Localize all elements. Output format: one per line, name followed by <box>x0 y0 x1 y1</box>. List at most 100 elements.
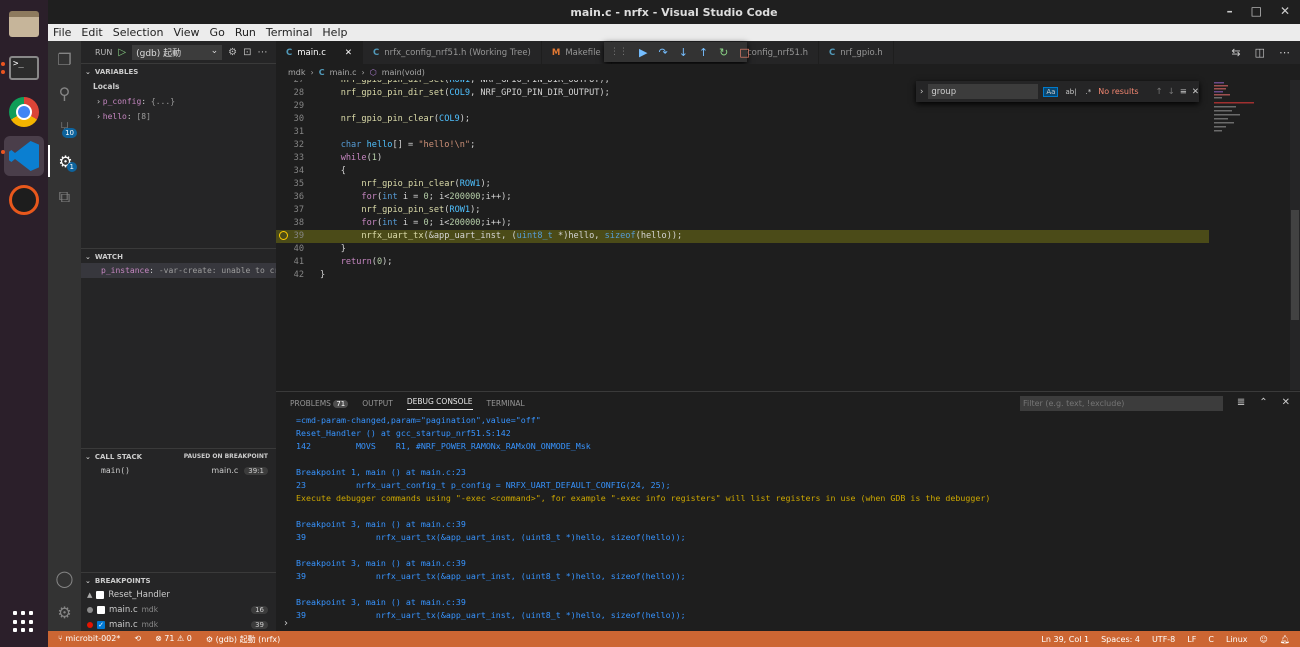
more-actions-icon[interactable]: ⋯ <box>257 47 267 58</box>
manage-gear-icon[interactable]: ⚙ <box>48 596 81 628</box>
step-over-icon[interactable]: ↷ <box>658 46 667 59</box>
tab-nrfx-config-working-tree[interactable]: Cnrfx_config_nrf51.h (Working Tree) <box>363 41 542 64</box>
console-line: =cmd-param-changed,param="pagination",va… <box>296 415 541 425</box>
watch-section-header[interactable]: ⌄ WATCH <box>81 248 276 264</box>
continue-icon[interactable]: ▶ <box>639 46 647 59</box>
breakpoint-checkbox[interactable] <box>97 605 105 614</box>
encoding[interactable]: UTF-8 <box>1152 635 1175 644</box>
stack-frame-row[interactable]: main() main.c 39:1 <box>81 463 276 478</box>
debug-target-status[interactable]: ⚙ (gdb) 起動 (nrfx) <box>206 634 280 645</box>
regex-toggle[interactable]: .* <box>1084 88 1094 96</box>
tab-problems[interactable]: PROBLEMS 71 <box>290 399 349 408</box>
step-into-icon[interactable]: ↓ <box>679 46 688 59</box>
clear-console-icon[interactable]: ≣ <box>1237 397 1245 408</box>
watch-expression-row[interactable]: p_instance: -var-create: unable to cre..… <box>81 263 276 278</box>
feedback-icon[interactable]: ☺ <box>1260 635 1268 644</box>
find-input[interactable] <box>928 84 1039 99</box>
close-tab-icon[interactable]: ✕ <box>345 48 352 58</box>
chevron-down-icon: ⌄ <box>210 45 219 56</box>
restart-icon[interactable]: ↻ <box>719 46 728 59</box>
whole-word-toggle[interactable]: ab| <box>1063 88 1078 96</box>
editor-scrollbar[interactable] <box>1290 80 1300 390</box>
start-debug-icon[interactable]: ▷ <box>118 47 126 58</box>
menu-terminal[interactable]: Terminal <box>261 26 318 39</box>
minimap[interactable] <box>1212 80 1290 390</box>
drag-handle-icon[interactable]: ⋮⋮ <box>610 47 628 57</box>
breakpoint-row[interactable]: main.c mdk 16 <box>81 602 276 617</box>
previous-match-icon[interactable]: ↑ <box>1156 87 1163 97</box>
menu-selection[interactable]: Selection <box>108 26 169 39</box>
console-input-prompt-icon[interactable]: › <box>284 618 288 629</box>
vscode-app-icon[interactable] <box>1 136 44 176</box>
maximize-panel-icon[interactable]: ⌃ <box>1259 397 1267 408</box>
end-of-line[interactable]: LF <box>1187 635 1196 644</box>
open-changes-icon[interactable]: ⇆ <box>1231 46 1240 59</box>
step-out-icon[interactable]: ↑ <box>699 46 708 59</box>
tab-makefile[interactable]: M Makefile <box>542 41 612 64</box>
breakpoint-row[interactable]: ▲ Reset_Handler <box>81 587 276 602</box>
language-mode[interactable]: C <box>1208 635 1214 644</box>
notifications-bell-icon[interactable]: 🔔︎ <box>1280 635 1290 644</box>
chrome-app-icon[interactable] <box>4 92 44 132</box>
match-case-toggle[interactable]: Aa <box>1043 86 1059 97</box>
tab-debug-console[interactable]: DEBUG CONSOLE <box>406 397 473 410</box>
menu-view[interactable]: View <box>168 26 204 39</box>
menu-run[interactable]: Run <box>230 26 261 39</box>
platform[interactable]: Linux <box>1226 635 1248 644</box>
call-stack-section-header[interactable]: ⌄ CALL STACK PAUSED ON BREAKPOINT <box>81 448 276 464</box>
thunderbird-app-icon[interactable] <box>4 180 44 220</box>
tab-output[interactable]: OUTPUT <box>362 399 393 408</box>
variable-row[interactable]: › p_config: {...} <box>81 94 276 109</box>
menu-help[interactable]: Help <box>317 26 352 39</box>
debug-console-icon[interactable]: ⊡ <box>243 47 251 58</box>
sync-icon[interactable]: ⟲ <box>134 634 141 645</box>
debug-config-select[interactable]: (gdb) 起動 ⌄ <box>132 44 223 60</box>
console-line: Reset_Handler () at gcc_startup_nrf51.S:… <box>296 428 511 438</box>
more-actions-icon[interactable]: ⋯ <box>1279 46 1290 59</box>
debug-stopped-arrow-icon[interactable] <box>279 231 288 240</box>
search-icon[interactable]: ⚲ <box>48 77 81 109</box>
breadcrumb-symbol[interactable]: main(void) <box>382 68 425 77</box>
open-launch-json-gear-icon[interactable]: ⚙ <box>228 47 237 58</box>
extensions-icon[interactable]: ⧉ <box>48 181 81 213</box>
breadcrumb-file[interactable]: main.c <box>330 68 357 77</box>
tab-terminal[interactable]: TERMINAL <box>487 399 525 408</box>
branch-status[interactable]: ⑂ microbit-002* <box>58 634 120 645</box>
source-control-icon[interactable]: ⑂ 10 <box>48 111 81 143</box>
breakpoint-checkbox[interactable] <box>96 590 105 599</box>
breakpoints-section-header[interactable]: ⌄ BREAKPOINTS <box>81 572 276 588</box>
split-editor-icon[interactable]: ◫ <box>1255 46 1265 59</box>
show-applications-icon[interactable] <box>13 611 35 633</box>
c-file-icon: C <box>318 67 325 77</box>
close-find-icon[interactable]: ✕ <box>1192 87 1199 97</box>
close-panel-icon[interactable]: ✕ <box>1282 397 1290 408</box>
stop-icon[interactable]: □ <box>739 46 749 59</box>
run-debug-icon[interactable]: ⚙ 1 <box>48 145 81 177</box>
menu-go[interactable]: Go <box>205 26 230 39</box>
cursor-position[interactable]: Ln 39, Col 1 <box>1041 635 1089 644</box>
indentation[interactable]: Spaces: 4 <box>1101 635 1140 644</box>
locals-scope[interactable]: Locals <box>81 79 276 94</box>
breakpoint-checkbox[interactable]: ✓ <box>97 620 105 629</box>
toggle-replace-chevron-icon[interactable]: › <box>920 87 923 97</box>
breadcrumb-folder[interactable]: mdk <box>288 68 306 77</box>
terminal-app-icon[interactable]: >_ <box>1 48 44 88</box>
next-match-icon[interactable]: ↓ <box>1168 87 1175 97</box>
files-app-icon[interactable] <box>4 4 44 44</box>
tab-nrf-gpio-h[interactable]: Cnrf_gpio.h <box>819 41 894 64</box>
find-in-selection-icon[interactable]: ≡ <box>1180 87 1187 97</box>
breakpoint-row[interactable]: ✓ main.c mdk 39 <box>81 617 276 632</box>
close-window-icon[interactable]: ✕ <box>1280 4 1290 18</box>
console-filter-input[interactable] <box>1020 396 1223 411</box>
menu-edit[interactable]: Edit <box>76 26 107 39</box>
variable-row[interactable]: › hello: [8] <box>81 109 276 124</box>
variables-section-header[interactable]: ⌄ VARIABLES <box>81 63 276 79</box>
explorer-icon[interactable]: ❐ <box>48 43 81 75</box>
maximize-icon[interactable]: □ <box>1251 4 1262 18</box>
problems-status[interactable]: ⊗ 71 ⚠ 0 <box>155 634 192 645</box>
minimize-icon[interactable]: – <box>1227 4 1233 18</box>
code-editor[interactable]: 27 nrf_gpio_pin_dir_set(ROW1, NRF_GPIO_P… <box>276 80 1212 390</box>
tab-main-c[interactable]: Cmain.c ✕ <box>276 41 363 64</box>
menu-file[interactable]: File <box>48 26 76 39</box>
accounts-icon[interactable]: ◯ <box>48 562 81 594</box>
